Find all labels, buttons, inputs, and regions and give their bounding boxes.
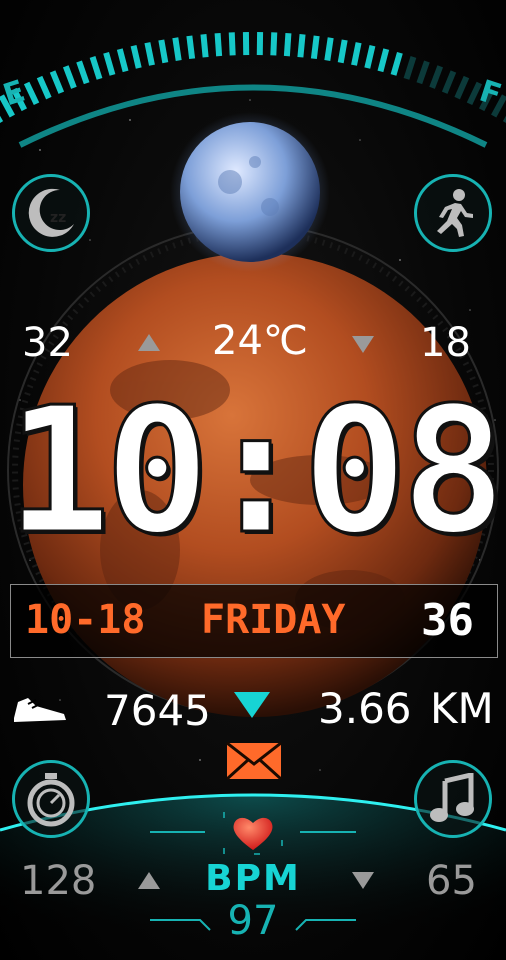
fuel-gauge-tick — [0, 115, 4, 123]
sleep-button[interactable]: zz — [12, 174, 90, 252]
sleep-moon-icon: zz — [28, 188, 74, 237]
indicator-triangle-icon — [234, 692, 270, 718]
fuel-gauge-tick — [76, 60, 90, 85]
temperature-low: 18 — [420, 320, 471, 366]
time-display: 10:08 — [5, 370, 506, 573]
workout-button[interactable] — [414, 174, 492, 252]
fuel-gauge-tick — [23, 81, 40, 106]
heart-down-arrow-icon — [352, 872, 374, 889]
fuel-gauge-tick — [390, 52, 403, 76]
date-bar: 10-18 FRIDAY 36 — [10, 584, 498, 658]
fuel-gauge-tick — [324, 37, 334, 61]
fuel-gauge-tick — [351, 42, 362, 66]
heart-icon — [233, 817, 273, 850]
distance-value: 3.66 — [318, 684, 412, 733]
stopwatch-icon — [27, 773, 75, 827]
fuel-gauge-tick — [130, 45, 142, 69]
fuel-gauge-tick — [441, 70, 457, 94]
fuel-gauge-tick — [364, 45, 376, 69]
running-person-icon — [437, 189, 473, 237]
fuel-gauge-tick — [377, 48, 390, 73]
fuel-gauge-tick — [36, 75, 52, 100]
fuel-gauge-tick — [116, 48, 129, 73]
fuel-gauge-tick — [416, 60, 430, 85]
fuel-gauge-tick — [158, 39, 169, 64]
down-arrow-icon — [352, 336, 374, 353]
fuel-gauge-tick — [337, 39, 348, 64]
heart-rate-current: 97 — [227, 898, 279, 944]
fuel-gauge-tick — [403, 56, 417, 80]
music-button[interactable] — [414, 760, 492, 838]
stopwatch-button[interactable] — [12, 760, 90, 838]
distance-unit: KM — [430, 684, 494, 733]
steps-count: 7645 — [104, 686, 211, 735]
fuel-gauge — [0, 32, 506, 148]
date-text: 10-18 — [25, 597, 146, 643]
fuel-gauge-tick — [186, 35, 196, 60]
temperature-high: 32 — [22, 320, 73, 366]
svg-text:zz: zz — [50, 210, 66, 226]
fuel-gauge-tick — [270, 32, 278, 56]
fuel-gauge-tick — [200, 34, 209, 58]
watch-face: E F zz 32 24℃ 18 10:08 10-18 FRIDAY 36 7… — [0, 0, 506, 960]
week-number: 36 — [421, 595, 474, 646]
fuel-gauge-tick — [297, 34, 306, 58]
fuel-gauge-tick — [228, 32, 236, 56]
fuel-gauge-tick — [429, 65, 444, 89]
fuel-gauge-tick — [454, 75, 470, 100]
music-note-icon — [430, 773, 474, 822]
weekday-text: FRIDAY — [201, 597, 346, 643]
temperature-current: 24℃ — [212, 318, 308, 364]
fuel-gauge-tick — [214, 32, 223, 57]
fuel-gauge-tick — [172, 37, 182, 61]
fuel-gauge-tick — [89, 56, 103, 80]
shoe-icon — [14, 698, 66, 722]
fuel-gauge-tick — [49, 70, 65, 94]
fuel-gauge-tick — [103, 52, 116, 76]
up-arrow-icon — [138, 334, 160, 351]
fuel-gauge-tick — [62, 65, 77, 89]
fuel-gauge-tick — [283, 32, 292, 57]
fuel-gauge-tick — [144, 42, 155, 66]
fuel-gauge-tick — [310, 35, 320, 60]
